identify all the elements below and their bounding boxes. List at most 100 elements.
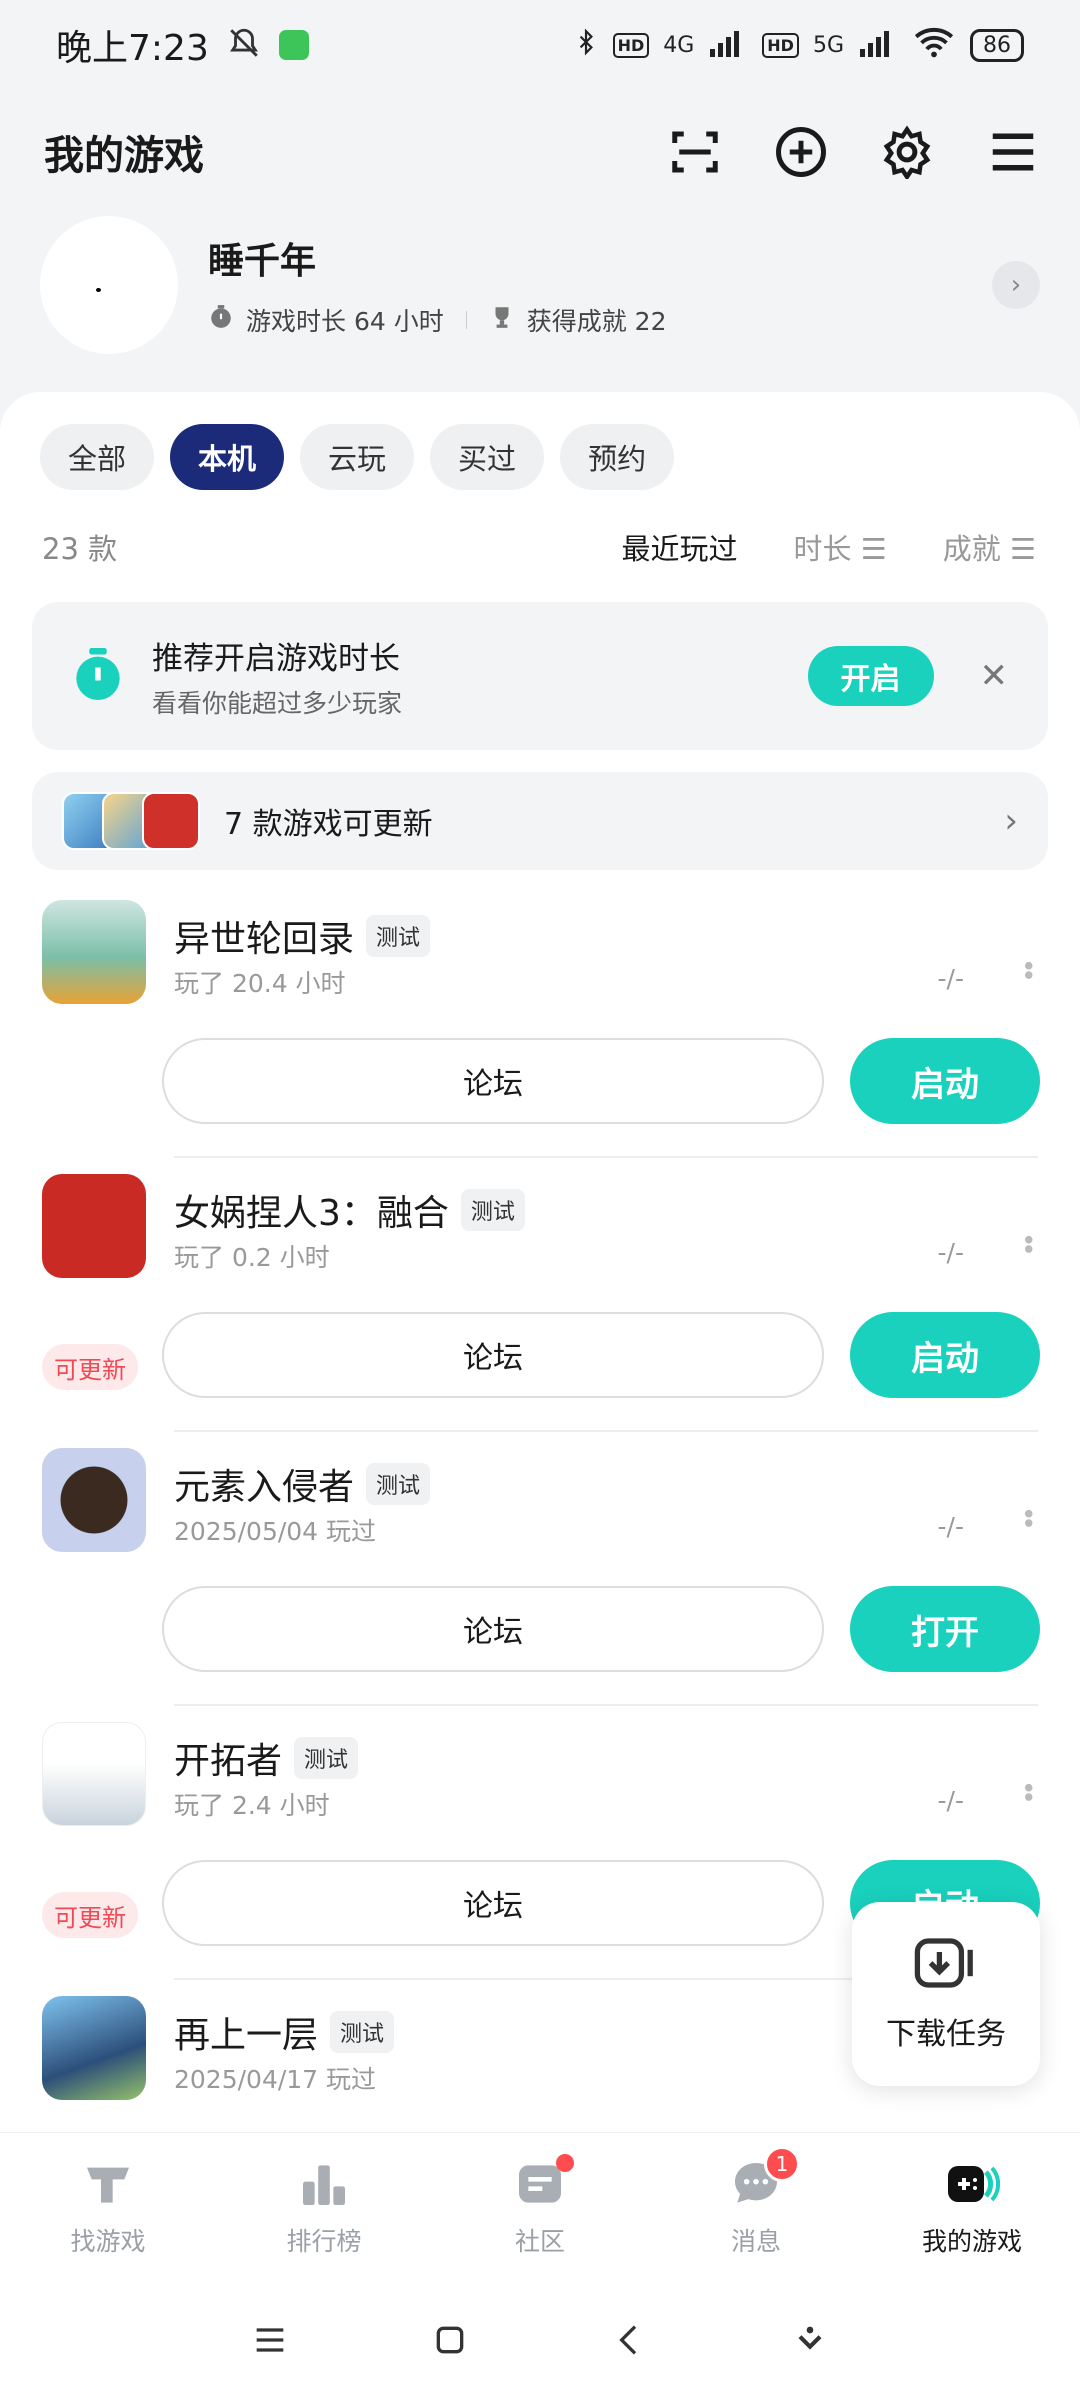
tab-reserved[interactable]: 预约 (560, 424, 675, 490)
nav-find-games[interactable]: 找游戏 (0, 2133, 216, 2280)
game-progress: -/- (937, 1512, 964, 1541)
tab-all[interactable]: 全部 (40, 424, 155, 490)
test-tag: 测试 (366, 915, 431, 957)
launch-button[interactable]: 启动 (850, 1312, 1040, 1398)
game-name: 女娲捏人3：融合 (174, 1193, 449, 1234)
game-thumb-icon (142, 792, 200, 850)
message-icon: 1 (728, 2145, 800, 2212)
game-icon[interactable] (42, 900, 146, 1004)
battery-indicator: 86 (970, 28, 1024, 62)
more-icon[interactable]: •• (1012, 1232, 1042, 1251)
system-nav-bar (0, 2280, 1080, 2400)
enable-button[interactable]: 开启 (807, 646, 934, 706)
more-icon[interactable]: •• (1012, 958, 1042, 977)
nav-label: 社区 (514, 2226, 565, 2256)
add-icon[interactable] (774, 125, 828, 179)
test-tag: 测试 (330, 2011, 395, 2053)
page-title: 我的游戏 (44, 133, 204, 179)
tab-purchased[interactable]: 买过 (430, 424, 545, 490)
game-item: 元素入侵者 测试 2025/05/04 玩过 -/- •• 论坛 打开 (0, 1448, 1080, 1722)
chevron-right-icon[interactable]: › (1004, 801, 1018, 841)
scan-icon[interactable] (668, 125, 722, 179)
more-icon[interactable]: •• (1012, 1780, 1042, 1799)
settings-icon[interactable] (880, 125, 934, 179)
sort-recent[interactable]: 最近玩过 (622, 526, 738, 568)
forum-button[interactable]: 论坛 (162, 1860, 824, 1946)
sort-duration[interactable]: 时长 ☰ (794, 526, 887, 568)
game-icon[interactable] (42, 1448, 146, 1552)
game-icon[interactable] (42, 1996, 146, 2100)
recents-icon[interactable] (240, 2310, 300, 2370)
playtime-label: 游戏时长 64 小时 (246, 307, 444, 336)
network-4g: 4G (663, 32, 695, 58)
menu-icon[interactable] (986, 125, 1040, 179)
bottom-nav: 找游戏 排行榜 社区 1 消息 我的游戏 (0, 2132, 1080, 2280)
back-icon[interactable] (600, 2310, 660, 2370)
game-icon[interactable] (42, 1722, 146, 1826)
update-game-icons (62, 792, 200, 850)
test-tag: 测试 (294, 1737, 359, 1779)
open-button[interactable]: 打开 (850, 1586, 1040, 1672)
nav-ranking[interactable]: 排行榜 (216, 2133, 432, 2280)
game-count: 23 款 (42, 532, 118, 566)
close-icon[interactable]: ✕ (980, 656, 1009, 696)
game-icon[interactable] (42, 1174, 146, 1278)
status-bar: 晚上7:23 HD 4G HD 5G 86 (0, 0, 1080, 90)
divider (174, 1704, 1038, 1706)
forum-button[interactable]: 论坛 (162, 1038, 824, 1124)
nav-label: 找游戏 (70, 2226, 146, 2256)
launch-button[interactable]: 启动 (850, 1038, 1040, 1124)
sort-icon: ☰ (1010, 532, 1036, 566)
game-name: 元素入侵者 (174, 1467, 355, 1508)
download-task-button[interactable]: 下载任务 (852, 1902, 1040, 2086)
download-task-label: 下载任务 (886, 2017, 1006, 2052)
nav-my-games[interactable]: 我的游戏 (864, 2133, 1080, 2280)
sort-achievement-label: 成就 (942, 532, 1001, 566)
more-icon[interactable]: •• (1012, 1506, 1042, 1525)
nav-messages[interactable]: 1 消息 (648, 2133, 864, 2280)
mute-icon (227, 26, 261, 64)
tab-cloud[interactable]: 云玩 (300, 424, 415, 490)
updatable-badge: 可更新 (42, 1892, 138, 1938)
signal-icon-2 (858, 27, 898, 63)
find-games-icon (80, 2156, 136, 2212)
nav-label: 我的游戏 (921, 2226, 1022, 2256)
test-tag: 测试 (366, 1463, 431, 1505)
chevron-right-icon[interactable]: › (992, 261, 1040, 309)
profile-name: 睡千年 (208, 241, 317, 282)
timer-icon (208, 304, 234, 336)
profile-card[interactable]: 睡千年 游戏时长 64 小时 获得成就 22 › (40, 210, 1040, 360)
game-progress: -/- (937, 964, 964, 993)
tab-local[interactable]: 本机 (170, 424, 285, 490)
forum-button[interactable]: 论坛 (162, 1312, 824, 1398)
wifi-icon (912, 26, 956, 64)
nav-community[interactable]: 社区 (432, 2133, 648, 2280)
home-icon[interactable] (420, 2310, 480, 2370)
update-banner[interactable]: 7 款游戏可更新 › (32, 772, 1048, 870)
game-name: 开拓者 (174, 1741, 283, 1782)
hd-indicator: HD (612, 32, 650, 58)
game-progress: -/- (937, 1238, 964, 1267)
forum-button[interactable]: 论坛 (162, 1586, 824, 1672)
divider (465, 311, 467, 329)
game-name: 异世轮回录 (174, 919, 355, 960)
game-playtime: 玩了 0.2 小时 (174, 1243, 330, 1272)
recommend-banner: 推荐开启游戏时长 看看你能超过多少玩家 开启 ✕ (32, 602, 1048, 750)
bluetooth-icon (573, 25, 599, 65)
recommend-subtitle: 看看你能超过多少玩家 (152, 688, 403, 718)
game-last-played: 2025/05/04 玩过 (174, 1517, 377, 1546)
community-icon (512, 2153, 574, 2212)
game-name: 再上一层 (174, 2015, 319, 2056)
update-text: 7 款游戏可更新 (224, 807, 433, 842)
recommend-title: 推荐开启游戏时长 (152, 640, 400, 677)
ranking-icon (296, 2156, 352, 2212)
avatar[interactable] (40, 216, 178, 354)
network-5g: 5G (812, 32, 844, 58)
sort-achievement[interactable]: 成就 ☰ (943, 526, 1036, 568)
notification-dot (556, 2153, 574, 2172)
divider (174, 1430, 1038, 1432)
assistant-icon[interactable] (780, 2310, 840, 2370)
divider (174, 1156, 1038, 1158)
stopwatch-icon (72, 645, 124, 707)
updatable-badge: 可更新 (42, 1344, 138, 1390)
